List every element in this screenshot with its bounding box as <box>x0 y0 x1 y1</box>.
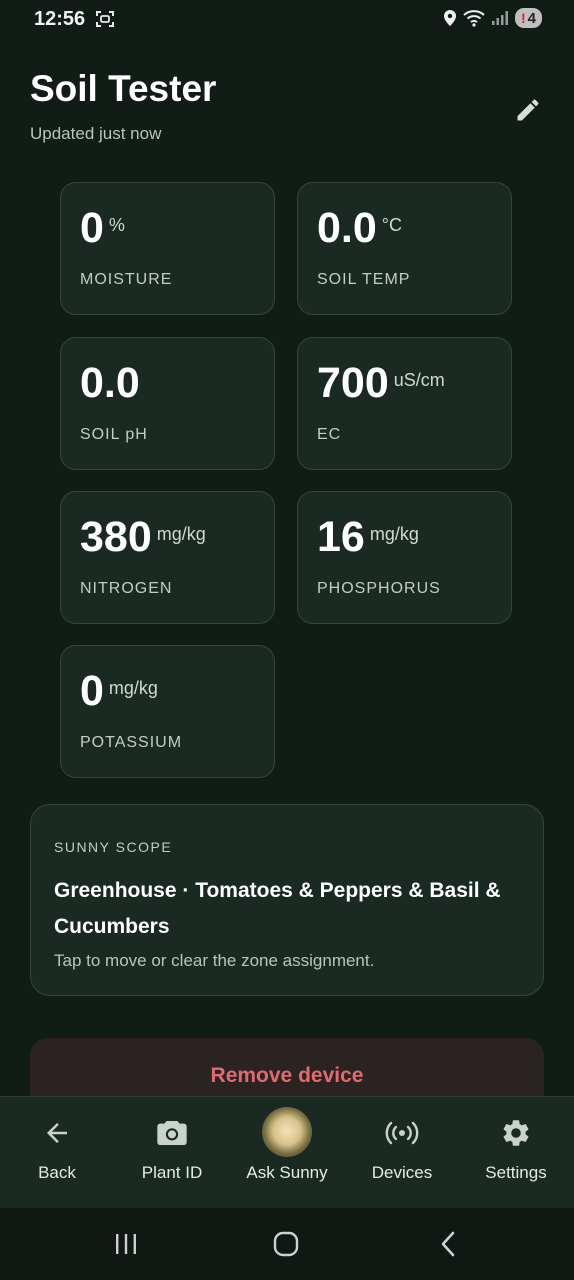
nav-ask-sunny[interactable]: Ask Sunny <box>230 1097 344 1209</box>
metric-value: 0.0 <box>317 204 377 252</box>
metric-label: SOIL pH <box>80 426 148 443</box>
nav-label: Settings <box>485 1163 547 1182</box>
status-bar: 12:56 ! 4 <box>0 0 574 40</box>
notification-count: 4 <box>527 9 536 27</box>
sunny-orb-icon <box>262 1107 312 1157</box>
signal-icon <box>491 11 508 25</box>
metric-value: 700 <box>317 359 389 407</box>
system-back-button[interactable] <box>418 1224 478 1264</box>
scope-hint: Tap to move or clear the zone assignment… <box>54 951 375 970</box>
nav-label: Devices <box>371 1163 433 1182</box>
screenshot-icon <box>96 11 114 27</box>
metric-card-ec[interactable]: 700 uS/cm EC <box>297 337 512 470</box>
page-title: Soil Tester <box>30 68 217 109</box>
metric-unit: mg/kg <box>369 524 419 544</box>
metric-value: 0 <box>80 667 104 715</box>
metric-card-phosphorus[interactable]: 16 mg/kg PHOSPHORUS <box>297 491 512 624</box>
metric-unit: % <box>108 215 125 235</box>
system-nav-bar <box>0 1208 574 1280</box>
metric-label: NITROGEN <box>80 580 173 597</box>
metric-label: POTASSIUM <box>80 734 183 751</box>
arrow-left-icon <box>47 1123 67 1143</box>
location-icon <box>443 10 456 26</box>
metric-unit: mg/kg <box>156 524 206 544</box>
metric-unit: mg/kg <box>108 678 158 698</box>
nav-settings[interactable]: Settings <box>459 1097 573 1209</box>
metric-label: SOIL TEMP <box>317 271 411 288</box>
scope-kicker: SUNNY SCOPE <box>54 839 173 855</box>
nav-label: Plant ID <box>141 1163 203 1182</box>
metric-label: PHOSPHORUS <box>317 580 441 597</box>
wifi-icon <box>463 10 485 27</box>
metric-label: MOISTURE <box>80 271 173 288</box>
pencil-icon <box>517 99 539 121</box>
nav-devices[interactable]: Devices <box>345 1097 459 1209</box>
nav-label: Ask Sunny <box>246 1163 328 1182</box>
metric-unit: uS/cm <box>393 370 445 390</box>
metric-unit: °C <box>381 215 402 235</box>
metric-card-moisture[interactable]: 0% MOISTURE <box>60 182 275 315</box>
recent-apps-button[interactable] <box>96 1224 156 1264</box>
recent-apps-icon <box>116 1234 136 1254</box>
metric-value: 0 <box>80 204 104 252</box>
metric-label: EC <box>317 426 342 443</box>
metric-value: 0.0 <box>80 359 140 407</box>
nav-label: Back <box>38 1163 76 1182</box>
remove-device-label: Remove device <box>210 1064 364 1087</box>
status-time: 12:56 <box>34 8 86 30</box>
home-button[interactable] <box>256 1224 316 1264</box>
metric-card-nitrogen[interactable]: 380 mg/kg NITROGEN <box>60 491 275 624</box>
metric-value: 16 <box>317 513 365 561</box>
status-icons: ! 4 <box>443 8 542 28</box>
metric-value: 380 <box>80 513 152 561</box>
metric-card-potassium[interactable]: 0 mg/kg POTASSIUM <box>60 645 275 778</box>
notification-badge: ! 4 <box>514 8 542 28</box>
edit-button[interactable] <box>510 92 546 128</box>
last-updated-text: Updated just now <box>30 124 162 143</box>
metric-card-soil-temp[interactable]: 0.0 °C SOIL TEMP <box>297 182 512 315</box>
alert-icon: ! <box>520 10 526 26</box>
sunny-scope-card[interactable]: SUNNY SCOPE Greenhouse · Tomatoes & Pepp… <box>30 804 544 996</box>
nav-back[interactable]: Back <box>0 1097 114 1209</box>
metric-card-soil-ph[interactable]: 0.0 SOIL pH <box>60 337 275 470</box>
camera-icon <box>157 1121 187 1145</box>
gear-icon <box>503 1120 529 1146</box>
nav-plant-id[interactable]: Plant ID <box>115 1097 229 1209</box>
chevron-left-icon <box>441 1231 455 1257</box>
home-icon <box>273 1231 299 1257</box>
bottom-nav: Back Plant ID Ask Sunny Devices Settings <box>0 1096 574 1209</box>
broadcast-icon <box>385 1121 419 1145</box>
scope-zone-title: Greenhouse · Tomatoes & Peppers & Basil … <box>54 879 501 938</box>
